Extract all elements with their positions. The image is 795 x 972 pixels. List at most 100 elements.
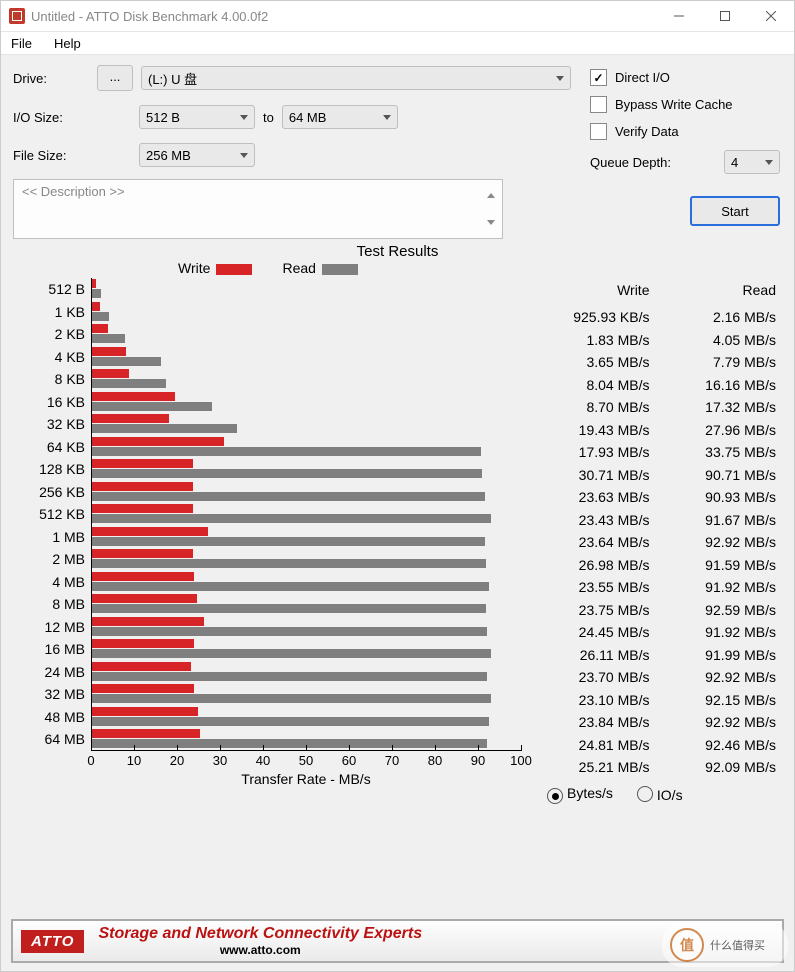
x-tick [91, 745, 92, 751]
y-category-label: 12 MB [13, 619, 91, 635]
value-row: 1.83 MB/s4.05 MB/s [531, 329, 782, 352]
chevron-down-icon [240, 153, 248, 158]
bar-pair [91, 571, 521, 594]
bar-pair [91, 413, 521, 436]
bar-pair [91, 278, 521, 301]
write-bar [92, 707, 198, 716]
y-category-label: 512 B [13, 281, 91, 297]
value-row: 26.98 MB/s91.59 MB/s [531, 554, 782, 577]
start-button-label: Start [721, 204, 748, 219]
maximize-button[interactable] [702, 1, 748, 31]
results-title: Test Results [13, 243, 782, 260]
chart-row: 32 MB [13, 683, 521, 706]
start-button[interactable]: Start [690, 196, 780, 226]
write-value: 26.11 MB/s [531, 644, 658, 667]
chart-row: 24 MB [13, 661, 521, 684]
y-category-label: 8 MB [13, 596, 91, 612]
menubar: File Help [1, 32, 794, 55]
bar-pair [91, 661, 521, 684]
close-button[interactable] [748, 1, 794, 31]
minimize-button[interactable] [656, 1, 702, 31]
bypass-write-cache-checkbox[interactable] [590, 96, 607, 113]
io-size-from-select[interactable]: 512 B [139, 105, 255, 129]
read-value: 90.71 MB/s [658, 464, 783, 487]
read-value: 92.92 MB/s [658, 711, 783, 734]
y-category-label: 24 MB [13, 664, 91, 680]
app-icon [9, 8, 25, 24]
description-spin-up[interactable] [482, 182, 500, 209]
value-row: 8.04 MB/s16.16 MB/s [531, 374, 782, 397]
unit-bytes-option[interactable]: Bytes/s [547, 785, 613, 805]
write-value: 925.93 KB/s [531, 306, 658, 329]
description-placeholder: << Description >> [22, 184, 125, 199]
y-category-label: 128 KB [13, 461, 91, 477]
drive-select[interactable]: (L:) U 盘 [141, 66, 571, 90]
bar-pair [91, 458, 521, 481]
value-row: 23.75 MB/s92.59 MB/s [531, 599, 782, 622]
y-category-label: 512 KB [13, 506, 91, 522]
chart-row: 16 MB [13, 638, 521, 661]
write-value: 8.70 MB/s [531, 396, 658, 419]
write-value: 8.04 MB/s [531, 374, 658, 397]
value-row: 23.55 MB/s91.92 MB/s [531, 576, 782, 599]
drive-browse-button[interactable]: ... [97, 65, 133, 91]
x-tick [349, 745, 350, 751]
read-bar [92, 312, 109, 321]
bar-pair [91, 526, 521, 549]
queue-depth-select[interactable]: 4 [724, 150, 780, 174]
y-category-label: 8 KB [13, 371, 91, 387]
value-row: 30.71 MB/s90.71 MB/s [531, 464, 782, 487]
x-tick-label: 80 [428, 753, 442, 768]
read-bar [92, 357, 161, 366]
read-value: 91.92 MB/s [658, 576, 783, 599]
direct-io-checkbox[interactable] [590, 69, 607, 86]
value-row: 19.43 MB/s27.96 MB/s [531, 419, 782, 442]
chart-row: 64 KB [13, 436, 521, 459]
read-value: 27.96 MB/s [658, 419, 783, 442]
io-size-to-select[interactable]: 64 MB [282, 105, 398, 129]
unit-ios-option[interactable]: IO/s [637, 786, 683, 803]
read-bar [92, 447, 481, 456]
read-value: 91.67 MB/s [658, 509, 783, 532]
read-value: 92.15 MB/s [658, 689, 783, 712]
chevron-down-icon [383, 115, 391, 120]
read-value: 92.09 MB/s [658, 756, 783, 779]
chart-row: 8 KB [13, 368, 521, 391]
y-category-label: 32 MB [13, 686, 91, 702]
read-value: 33.75 MB/s [658, 441, 783, 464]
description-spin-down[interactable] [482, 209, 500, 236]
read-bar [92, 514, 491, 523]
read-bar [92, 537, 485, 546]
write-value: 25.21 MB/s [531, 756, 658, 779]
read-value: 92.92 MB/s [658, 666, 783, 689]
write-bar [92, 594, 197, 603]
value-row: 23.64 MB/s92.92 MB/s [531, 531, 782, 554]
menu-file[interactable]: File [7, 34, 36, 53]
verify-data-checkbox[interactable] [590, 123, 607, 140]
chart-row: 2 MB [13, 548, 521, 571]
write-value: 23.84 MB/s [531, 711, 658, 734]
chart-row: 32 KB [13, 413, 521, 436]
write-bar [92, 414, 169, 423]
write-value: 23.70 MB/s [531, 666, 658, 689]
write-value: 1.83 MB/s [531, 329, 658, 352]
options-panel: Direct I/O Bypass Write Cache Verify Dat… [590, 69, 780, 226]
x-tick [134, 745, 135, 751]
description-input[interactable]: << Description >> [13, 179, 503, 239]
x-tick [177, 745, 178, 751]
chart-row: 4 MB [13, 571, 521, 594]
write-value: 3.65 MB/s [531, 351, 658, 374]
menu-help[interactable]: Help [50, 34, 85, 53]
chart-row: 12 MB [13, 616, 521, 639]
write-bar [92, 504, 193, 513]
chart-legend: Write Read [103, 260, 433, 276]
x-tick [220, 745, 221, 751]
chart-row: 64 MB [13, 728, 521, 751]
unit-selector: Bytes/s IO/s [547, 785, 782, 805]
file-size-select[interactable]: 256 MB [139, 143, 255, 167]
bar-pair [91, 323, 521, 346]
read-bar [92, 492, 485, 501]
value-row: 26.11 MB/s91.99 MB/s [531, 644, 782, 667]
value-row: 23.63 MB/s90.93 MB/s [531, 486, 782, 509]
client-area: Direct I/O Bypass Write Cache Verify Dat… [1, 55, 794, 913]
